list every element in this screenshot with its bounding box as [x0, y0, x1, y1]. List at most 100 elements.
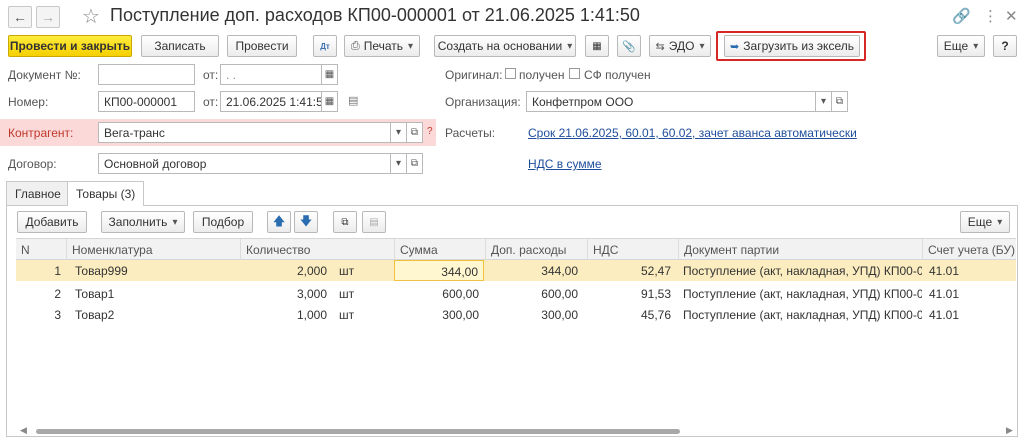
date-calendar-button[interactable]: ▦ — [321, 91, 338, 112]
counterparty-dropdown-button[interactable]: ▾ — [390, 122, 407, 143]
cell-unit: шт — [339, 308, 355, 322]
cell-qty[interactable]: 3,000 — [240, 283, 332, 304]
table-row[interactable]: 3 Товар2 1,000 шт 300,00 300,00 45,76 По… — [16, 304, 1016, 325]
received-checkbox[interactable] — [505, 68, 516, 79]
cell-vat[interactable]: 91,53 — [587, 283, 676, 304]
open-icon: ⧉ — [410, 127, 419, 138]
link-icon[interactable]: 🔗 — [952, 7, 971, 25]
col-item[interactable]: Номенклатура — [66, 239, 240, 260]
cell-account[interactable]: 41.01 — [924, 283, 1016, 304]
create-based-button[interactable]: Создать на основании — [434, 35, 576, 57]
back-button[interactable]: ← — [8, 6, 32, 28]
col-doc[interactable]: Документ партии — [678, 239, 922, 260]
scroll-right-icon[interactable]: ▶ — [1006, 425, 1013, 436]
cell-doc[interactable]: Поступление (акт, накладная, УПД) КП00-0… — [678, 260, 922, 281]
sf-received-checkbox[interactable] — [569, 68, 580, 79]
tab-main[interactable]: Главное — [6, 181, 70, 205]
cell-extra[interactable]: 600,00 — [485, 283, 583, 304]
select-button[interactable]: Подбор — [193, 211, 253, 233]
paperclip-icon: 📎 — [622, 40, 636, 53]
col-qty[interactable]: Количество — [240, 239, 394, 260]
table-header: N Номенклатура Количество Сумма Доп. рас… — [16, 238, 1016, 260]
cell-vat[interactable]: 52,47 — [587, 260, 676, 281]
org-dropdown-button[interactable]: ▾ — [815, 91, 832, 112]
help-button[interactable]: ? — [993, 35, 1017, 57]
cell-qty[interactable]: 1,000 — [240, 304, 332, 325]
cell-n: 3 — [54, 308, 61, 322]
more-button[interactable]: Еще — [937, 35, 985, 57]
print-button[interactable]: ⎙ Печать — [344, 35, 420, 57]
close-icon[interactable]: ✕ — [1005, 7, 1018, 25]
cell-sum[interactable]: 344,00 — [394, 260, 484, 281]
save-button[interactable]: Записать — [141, 35, 219, 57]
cell-sum[interactable]: 300,00 — [394, 304, 484, 325]
org-open-button[interactable]: ⧉ — [831, 91, 848, 112]
table-more-button[interactable]: Еще — [960, 211, 1010, 233]
contract-open-button[interactable]: ⧉ — [406, 153, 423, 174]
cell-qty[interactable]: 2,000 — [240, 260, 332, 281]
cell-n: 2 — [54, 287, 61, 301]
cell-doc[interactable]: Поступление (акт, накладная, УПД) КП00-0… — [678, 304, 922, 325]
favorite-star-icon[interactable]: ☆ — [82, 4, 100, 29]
cell-account[interactable]: 41.01 — [924, 304, 1016, 325]
move-up-button[interactable]: 🡅 — [267, 211, 291, 233]
doc-date-input[interactable]: . . — [220, 64, 322, 85]
cell-vat[interactable]: 45,76 — [587, 304, 676, 325]
forward-button[interactable]: → — [36, 6, 60, 28]
col-vat[interactable]: НДС — [587, 239, 678, 260]
post-button[interactable]: Провести — [227, 35, 297, 57]
col-account[interactable]: Счет учета (БУ) — [922, 239, 1016, 260]
cell-item[interactable]: Товар1 — [70, 283, 240, 304]
cell-item[interactable]: Товар999 — [70, 260, 240, 281]
sf-received-label: СФ получен — [584, 68, 651, 82]
more-label: Еще — [943, 39, 969, 53]
cell-account[interactable]: 41.01 — [924, 260, 1016, 281]
edo-button[interactable]: ⇆ ЭДО — [649, 35, 711, 57]
doc-no-input[interactable] — [98, 64, 195, 85]
add-button[interactable]: Добавить — [17, 211, 87, 233]
copy-button[interactable]: ⧉ — [333, 211, 357, 233]
edo-label: ЭДО — [668, 39, 695, 53]
settlements-link[interactable]: Срок 21.06.2025, 60.01, 60.02, зачет ава… — [528, 126, 857, 140]
cell-doc[interactable]: Поступление (акт, накладная, УПД) КП00-0… — [678, 283, 922, 304]
structure-icon: ▦ — [592, 40, 602, 52]
contract-label: Договор: — [8, 157, 57, 171]
cell-sum[interactable]: 600,00 — [394, 283, 484, 304]
date-input[interactable]: 21.06.2025 1:41:50 — [220, 91, 322, 112]
arrow-up-icon: 🡅 — [272, 213, 286, 228]
move-down-button[interactable]: 🡇 — [294, 211, 318, 233]
calendar-icon: ▦ — [324, 96, 335, 107]
question-icon[interactable]: ? — [427, 126, 433, 137]
dt-kt-button[interactable]: Дт — [313, 35, 337, 57]
fill-button[interactable]: Заполнить — [101, 211, 185, 233]
print-label: Печать — [363, 39, 404, 53]
table-row[interactable]: 1 Товар999 2,000 шт 344,00 344,00 52,47 … — [16, 260, 1016, 281]
cell-extra[interactable]: 300,00 — [485, 304, 583, 325]
scroll-left-icon[interactable]: ◀ — [20, 425, 27, 436]
contract-dropdown-button[interactable]: ▾ — [390, 153, 407, 174]
received-label: получен — [519, 68, 565, 82]
create-based-label: Создать на основании — [437, 39, 563, 53]
table-row[interactable]: 2 Товар1 3,000 шт 600,00 600,00 91,53 По… — [16, 283, 1016, 304]
paste-button[interactable]: ▤ — [362, 211, 386, 233]
col-n[interactable]: N — [16, 239, 66, 260]
org-input[interactable]: Конфетпром ООО — [526, 91, 816, 112]
cell-item[interactable]: Товар2 — [70, 304, 240, 325]
counterparty-input[interactable]: Вега-транс — [98, 122, 391, 143]
number-input[interactable]: КП00-000001 — [98, 91, 195, 112]
tab-goods[interactable]: Товары (3) — [67, 181, 145, 206]
horizontal-scrollbar[interactable] — [36, 429, 680, 434]
structure-button[interactable]: ▦ — [585, 35, 609, 57]
col-extra[interactable]: Доп. расходы — [485, 239, 587, 260]
more-vertical-icon[interactable]: ⋮ — [983, 7, 998, 25]
attach-button[interactable]: 📎 — [617, 35, 641, 57]
calendar-button[interactable]: ▦ — [321, 64, 338, 85]
cell-extra[interactable]: 344,00 — [485, 260, 583, 281]
counterparty-open-button[interactable]: ⧉ — [406, 122, 423, 143]
history-icon[interactable]: ▤ — [348, 94, 358, 107]
contract-input[interactable]: Основной договор — [98, 153, 391, 174]
col-sum[interactable]: Сумма — [394, 239, 485, 260]
cell-n: 1 — [54, 264, 61, 278]
vat-link[interactable]: НДС в сумме — [528, 157, 602, 171]
post-and-close-button[interactable]: Провести и закрыть — [8, 35, 132, 57]
